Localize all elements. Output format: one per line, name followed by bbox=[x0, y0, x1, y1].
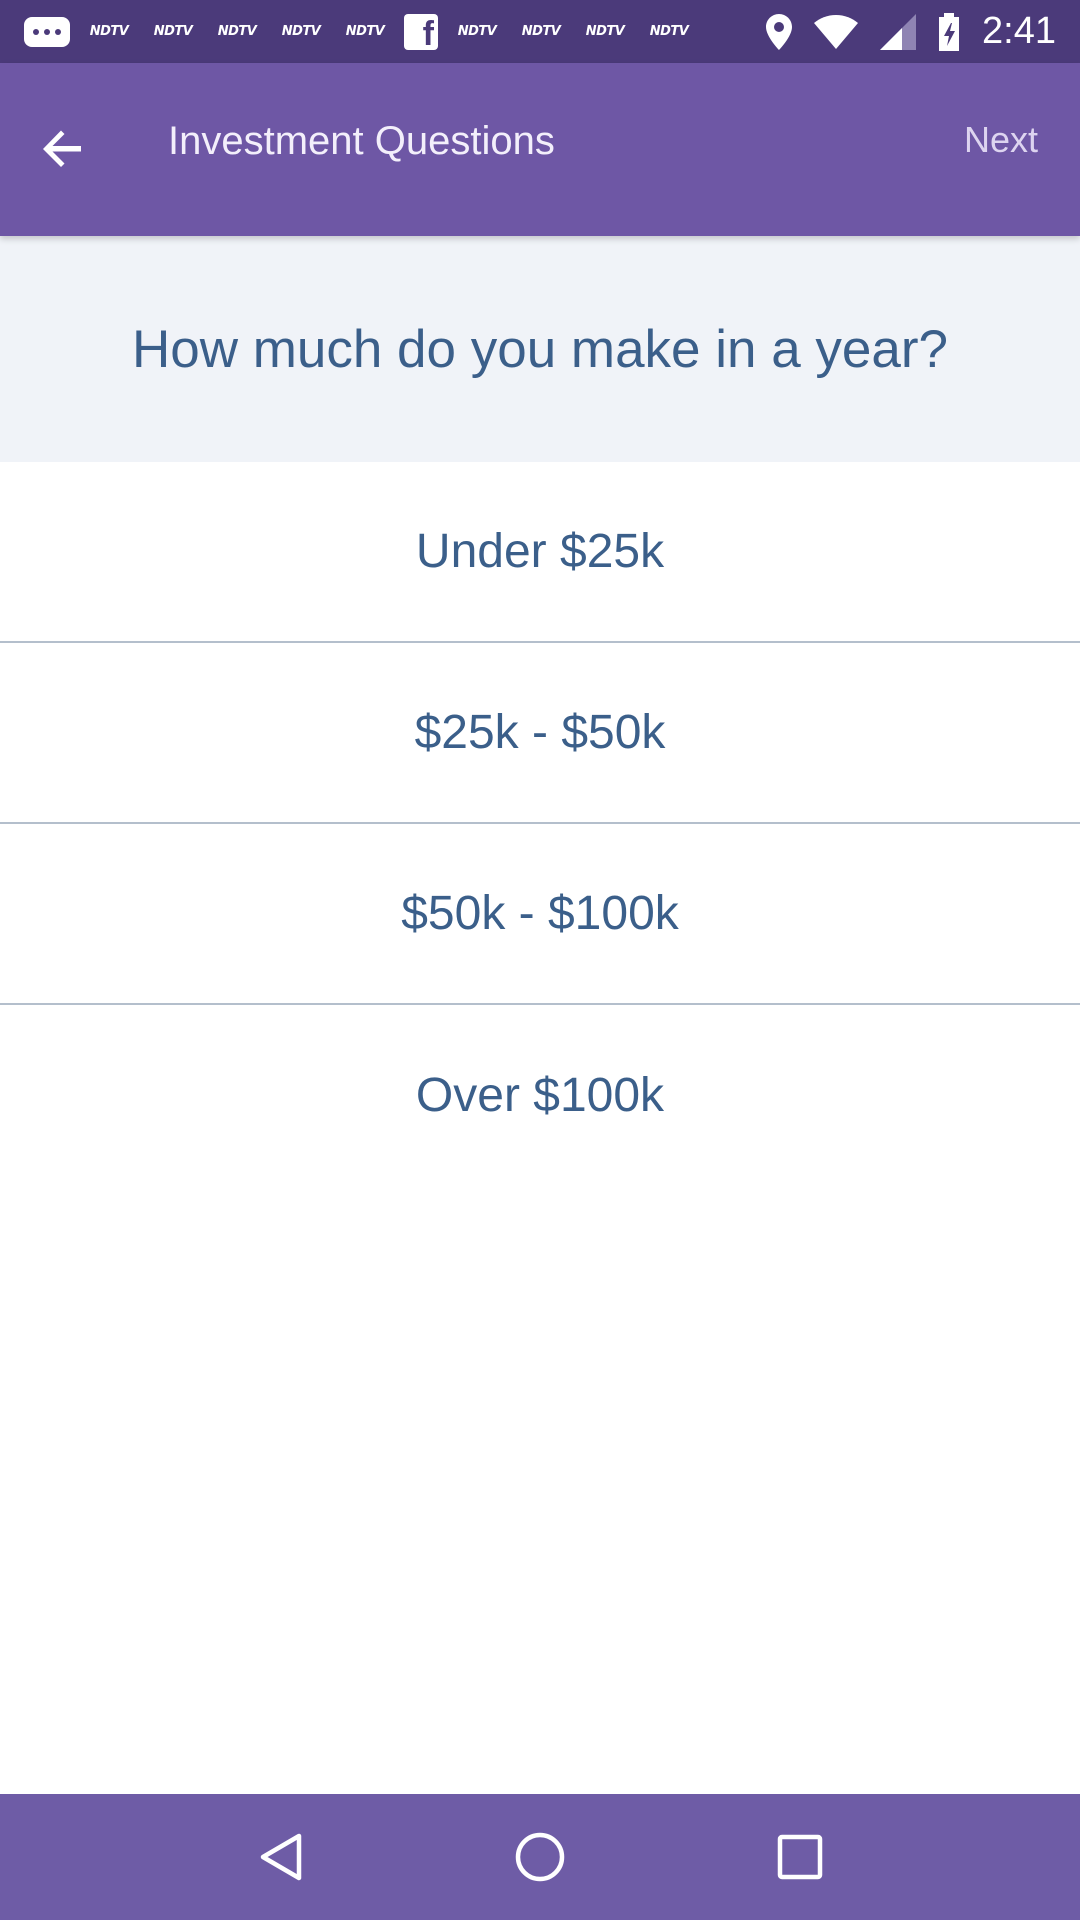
page-title: Investment Questions bbox=[168, 119, 555, 163]
ndtv-notification-icon: NDTV bbox=[153, 24, 193, 39]
recents-square-icon[interactable] bbox=[765, 1822, 835, 1892]
ndtv-notification-icon: NDTV bbox=[281, 24, 321, 39]
option-under-25k[interactable]: Under $25k bbox=[0, 462, 1080, 643]
status-time: 2:41 bbox=[982, 10, 1056, 52]
ndtv-notification-icon: NDTV bbox=[217, 24, 257, 39]
status-bar: NDTV NDTV NDTV NDTV NDTV f NDTV NDTV NDT… bbox=[0, 0, 1080, 63]
ndtv-notification-icon: NDTV bbox=[649, 24, 689, 39]
ndtv-notification-icon: NDTV bbox=[585, 24, 625, 39]
ndtv-notification-icon: NDTV bbox=[521, 24, 561, 39]
option-25k-50k[interactable]: $25k - $50k bbox=[0, 643, 1080, 824]
app-bar: Investment Questions Next bbox=[0, 63, 1080, 236]
back-arrow-icon[interactable] bbox=[38, 125, 88, 175]
message-icon bbox=[24, 16, 70, 47]
cell-signal-icon bbox=[880, 13, 917, 50]
next-button[interactable]: Next bbox=[964, 119, 1038, 161]
question-text: How much do you make in a year? bbox=[131, 319, 948, 379]
option-over-100k[interactable]: Over $100k bbox=[0, 1005, 1080, 1186]
home-circle-icon[interactable] bbox=[505, 1822, 575, 1892]
ndtv-notification-icon: NDTV bbox=[345, 24, 385, 39]
location-icon bbox=[766, 13, 793, 50]
income-options-list: Under $25k $25k - $50k $50k - $100k Over… bbox=[0, 462, 1080, 1186]
question-header: How much do you make in a year? bbox=[0, 236, 1080, 462]
ndtv-notification-icon: NDTV bbox=[457, 24, 497, 39]
back-triangle-icon[interactable] bbox=[245, 1822, 315, 1892]
system-nav-bar bbox=[0, 1794, 1080, 1920]
battery-icon bbox=[938, 12, 960, 51]
ndtv-notification-icon: NDTV bbox=[89, 24, 129, 39]
option-50k-100k[interactable]: $50k - $100k bbox=[0, 824, 1080, 1005]
wifi-icon bbox=[814, 14, 859, 49]
facebook-icon: f bbox=[404, 13, 438, 50]
notification-icons: NDTV NDTV NDTV NDTV NDTV f NDTV NDTV NDT… bbox=[24, 13, 766, 50]
